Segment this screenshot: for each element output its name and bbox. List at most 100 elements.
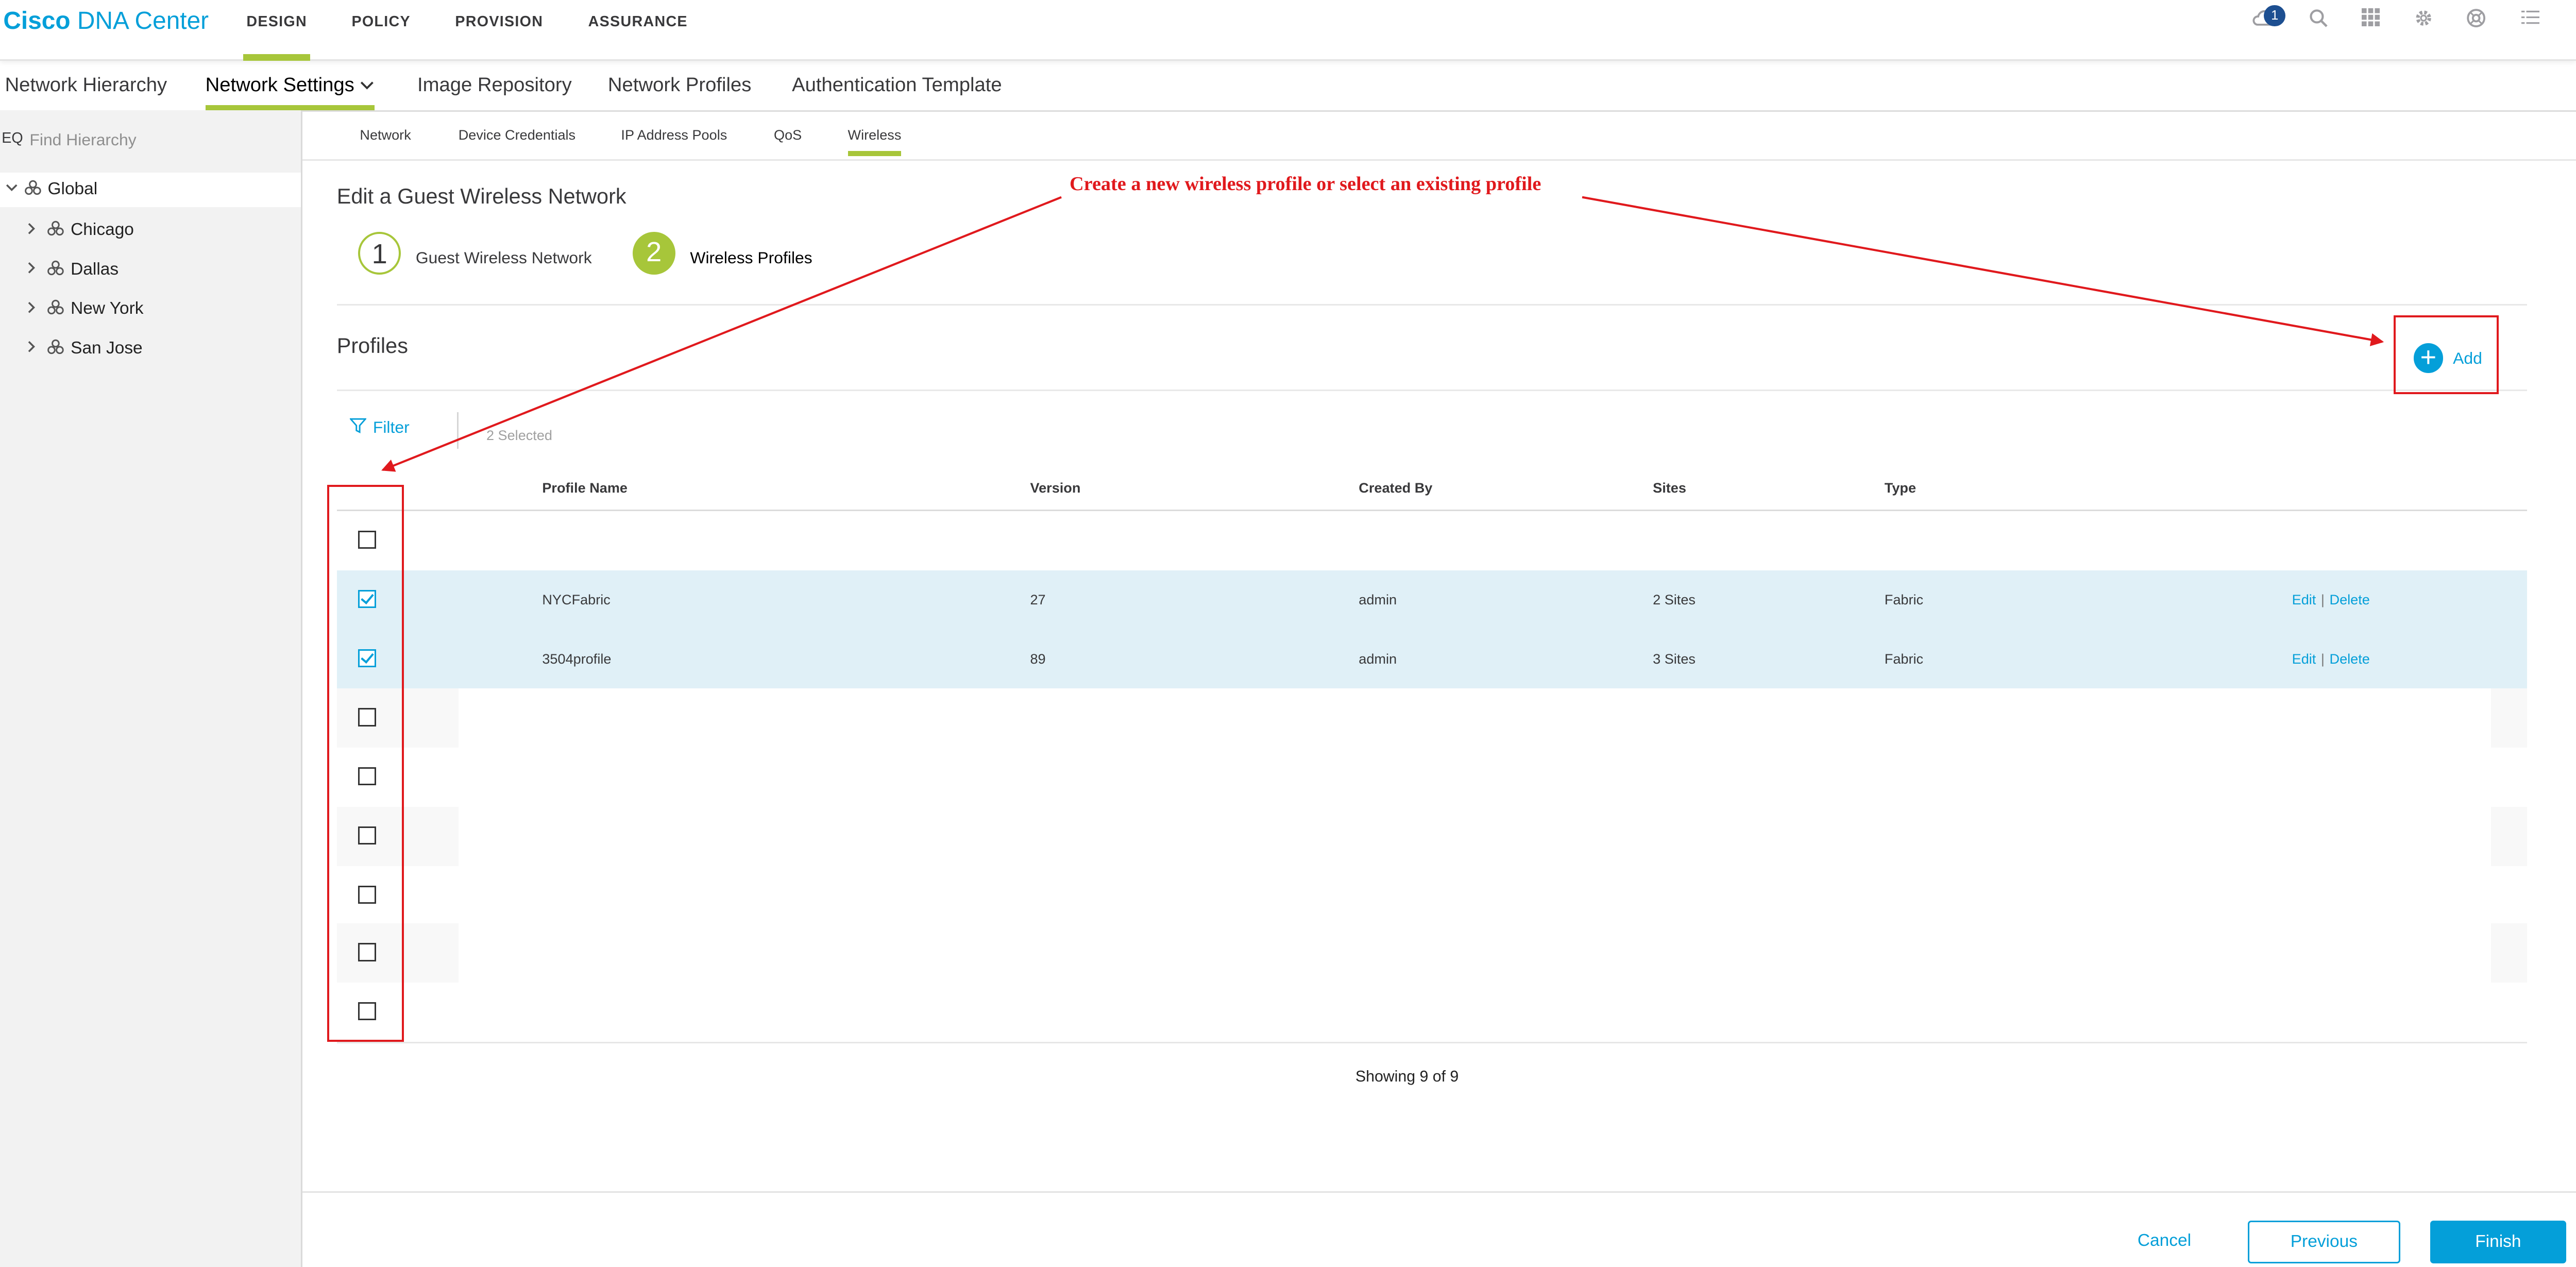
cell-version: 89	[1030, 650, 1046, 667]
previous-button[interactable]: Previous	[2247, 1221, 2401, 1264]
table-row[interactable]	[336, 923, 2527, 983]
delete-link[interactable]: Delete	[2330, 651, 2370, 667]
wizard-footer	[302, 1191, 2576, 1267]
tab-wireless[interactable]: Wireless	[848, 127, 901, 157]
help-icon[interactable]	[2463, 8, 2489, 31]
separator: |	[2320, 650, 2325, 667]
cell-created-by: admin	[1359, 650, 1397, 667]
topnav-policy[interactable]: POLICY	[351, 13, 410, 30]
site-icon	[47, 339, 64, 359]
cell-created-by: admin	[1359, 592, 1397, 608]
chevron-right-icon[interactable]	[25, 301, 38, 318]
column-header-profile-name[interactable]: Profile Name	[542, 480, 628, 496]
secnav-network-settings[interactable]: Network Settings	[205, 74, 375, 110]
tree-item-global[interactable]: Global	[0, 172, 301, 207]
cell-sites: 3 Sites	[1653, 650, 1696, 667]
hierarchy-search-input[interactable]	[26, 123, 296, 156]
cell-version: 27	[1030, 592, 1046, 608]
column-header-version[interactable]: Version	[1030, 480, 1081, 496]
pagination-summary: Showing 9 of 9	[1355, 1068, 1459, 1085]
step-1-indicator[interactable]: 1	[358, 231, 401, 275]
search-filter-icon: EQ	[2, 129, 23, 146]
edit-link[interactable]: Edit	[2292, 651, 2316, 667]
table-row[interactable]	[336, 806, 2527, 866]
chevron-right-icon[interactable]	[25, 340, 38, 358]
tree-label-chicago: Chicago	[71, 220, 134, 240]
edit-link[interactable]: Edit	[2292, 592, 2316, 607]
cell-profile-name: 3504profile	[542, 650, 612, 667]
brand-product: DNA Center	[77, 7, 209, 35]
column-header-sites[interactable]: Sites	[1653, 480, 1686, 496]
hierarchy-search: EQ	[0, 110, 301, 166]
table-row[interactable]	[336, 688, 2527, 748]
notification-badge[interactable]: 1	[2264, 5, 2285, 27]
hierarchy-sidebar: EQ Global Chicago Dallas New York San Jo…	[0, 110, 302, 1267]
table-row[interactable]	[336, 983, 2527, 1042]
secnav-network-settings-label: Network Settings	[205, 74, 354, 96]
tree-item-new-york[interactable]: New York	[0, 293, 301, 326]
cell-profile-name: NYCFabric	[542, 592, 611, 608]
topnav-provision[interactable]: PROVISION	[455, 13, 543, 30]
chevron-right-icon[interactable]	[25, 261, 38, 279]
app-window: Cisco DNA Center DESIGN POLICY PROVISION…	[0, 0, 2576, 1267]
delete-link[interactable]: Delete	[2330, 592, 2370, 607]
topnav-design[interactable]: DESIGN	[243, 13, 311, 63]
tree-label-global: Global	[47, 179, 98, 198]
table-row[interactable]	[336, 747, 2527, 807]
table-row[interactable]	[336, 866, 2527, 925]
separator: |	[2320, 592, 2325, 608]
cancel-button[interactable]: Cancel	[2138, 1231, 2191, 1251]
tab-qos[interactable]: QoS	[774, 127, 802, 143]
chevron-down-icon	[360, 74, 375, 96]
topnav-assurance[interactable]: ASSURANCE	[588, 13, 688, 30]
cell-type: Fabric	[1884, 592, 1924, 608]
menu-list-icon[interactable]	[2517, 8, 2544, 31]
top-header: Cisco DNA Center DESIGN POLICY PROVISION…	[0, 0, 2576, 63]
site-icon	[47, 220, 64, 241]
chevron-down-icon[interactable]	[5, 181, 19, 198]
step-1-label[interactable]: Guest Wireless Network	[416, 248, 592, 267]
secnav-authentication-template[interactable]: Authentication Template	[792, 74, 1002, 96]
chevron-right-icon[interactable]	[25, 222, 38, 240]
column-header-type[interactable]: Type	[1885, 480, 1916, 496]
divider	[336, 389, 2527, 391]
cell-type: Fabric	[1884, 650, 1924, 667]
search-icon[interactable]	[2305, 8, 2331, 31]
tree-item-san-jose[interactable]: San Jose	[0, 332, 301, 365]
gear-icon[interactable]	[2410, 8, 2436, 31]
finish-button[interactable]: Finish	[2430, 1221, 2567, 1264]
apps-grid-icon[interactable]	[2358, 8, 2384, 31]
annotation-callout: Create a new wireless profile or select …	[1070, 173, 1541, 195]
site-hierarchy-icon	[24, 179, 41, 200]
secnav-image-repository[interactable]: Image Repository	[417, 74, 572, 96]
page-title: Edit a Guest Wireless Network	[336, 184, 626, 209]
filter-button[interactable]: Filter	[349, 417, 410, 438]
table-row[interactable]: 3504profile 89 admin 3 Sites Fabric Edit…	[336, 629, 2527, 689]
brand-cisco: Cisco	[3, 7, 71, 35]
annotation-arrow-to-checkboxes	[381, 196, 1062, 472]
secnav-network-hierarchy[interactable]: Network Hierarchy	[5, 74, 167, 96]
tree-label-san-jose: San Jose	[71, 338, 143, 358]
cell-sites: 2 Sites	[1653, 592, 1696, 608]
row-actions: Edit | Delete	[2292, 592, 2370, 608]
table-row[interactable]	[336, 511, 2527, 570]
selected-count: 2 Selected	[486, 427, 552, 444]
annotation-arrow-to-add	[1582, 196, 2384, 346]
table-bottom-divider	[336, 1041, 2527, 1043]
profiles-title: Profiles	[336, 333, 408, 358]
secnav-network-profiles[interactable]: Network Profiles	[608, 74, 751, 96]
brand-logo[interactable]: Cisco DNA Center	[3, 7, 209, 35]
site-icon	[47, 299, 64, 319]
tab-ip-address-pools[interactable]: IP Address Pools	[621, 127, 727, 143]
tree-item-chicago[interactable]: Chicago	[0, 214, 301, 247]
tab-network[interactable]: Network	[360, 127, 411, 143]
step-2-indicator[interactable]: 2	[632, 231, 675, 275]
column-header-created-by[interactable]: Created By	[1359, 480, 1432, 496]
step-2-label[interactable]: Wireless Profiles	[690, 248, 812, 267]
site-icon	[47, 260, 64, 280]
table-row[interactable]: NYCFabric 27 admin 2 Sites Fabric Edit | D…	[336, 570, 2527, 630]
divider	[456, 412, 459, 449]
tab-device-credentials[interactable]: Device Credentials	[459, 127, 575, 143]
tree-item-dallas[interactable]: Dallas	[0, 253, 301, 286]
annotation-box-add	[2394, 315, 2499, 395]
